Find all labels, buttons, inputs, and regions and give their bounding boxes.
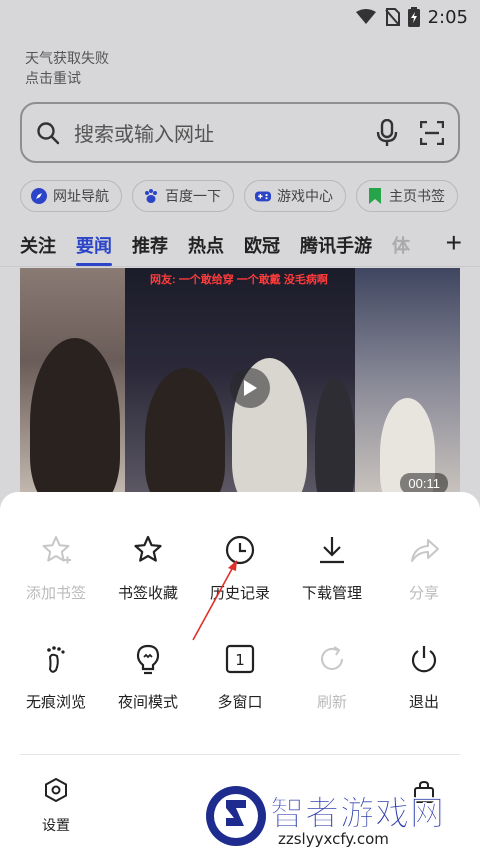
compass-icon	[31, 188, 47, 204]
quick-link-games[interactable]: 游戏中心	[244, 180, 346, 212]
tab-follow[interactable]: 关注	[20, 232, 56, 258]
menu-label: 多窗口	[217, 694, 263, 711]
menu-label: 历史记录	[209, 585, 270, 602]
clock-icon	[222, 532, 258, 568]
settings-button[interactable]: 设置	[30, 777, 82, 835]
search-bar[interactable]: 搜索或输入网址	[20, 102, 460, 163]
star-icon	[130, 532, 166, 568]
menu-label: 书签收藏	[117, 585, 178, 602]
status-bar: 2:05	[0, 0, 480, 34]
menu-label: 退出	[408, 694, 439, 711]
quick-link-nav[interactable]: 网址导航	[20, 180, 122, 212]
watermark: 智者游戏网 zzslyyxcfy.com	[200, 782, 480, 853]
share-button[interactable]: 分享	[378, 532, 470, 603]
menu-label: 无痕浏览	[25, 694, 86, 711]
video-person	[30, 338, 120, 500]
star-plus-icon	[38, 532, 74, 568]
quick-link-label: 主页书签	[389, 188, 445, 204]
menu-divider	[20, 754, 460, 755]
quick-link-baidu[interactable]: 百度一下	[132, 180, 234, 212]
weather-widget[interactable]: 天气获取失败 点击重试	[25, 48, 109, 88]
settings-hexagon-icon	[44, 777, 68, 807]
history-button[interactable]: 历史记录	[194, 532, 286, 603]
exit-button[interactable]: 退出	[378, 641, 470, 712]
quick-link-label: 游戏中心	[277, 188, 333, 204]
tab-headlines[interactable]: 要闻	[76, 232, 112, 266]
bookmarks-button[interactable]: 书签收藏	[102, 532, 194, 603]
quick-links: 网址导航 百度一下 游戏中心 主页书签	[20, 180, 458, 212]
wifi-icon	[355, 9, 376, 24]
downloads-button[interactable]: 下载管理	[286, 532, 378, 603]
settings-label: 设置	[42, 817, 70, 833]
watermark-logo-icon	[206, 786, 266, 846]
tab-sports[interactable]: 体	[392, 232, 410, 258]
battery-icon	[407, 7, 420, 27]
quick-link-label: 网址导航	[53, 188, 109, 204]
video-caption: 网友: 一个敢给穿 一个敢戴 没毛病啊	[150, 274, 328, 286]
gamepad-icon	[255, 188, 271, 204]
bulb-icon	[130, 641, 166, 677]
video-person	[145, 368, 225, 500]
video-thumbnail[interactable]: 网友: 一个敢给穿 一个敢戴 没毛病啊 00:11	[20, 268, 460, 500]
watermark-url: zzslyyxcfy.com	[274, 830, 393, 848]
status-time: 2:05	[427, 6, 468, 28]
watermark-title: 智者游戏网	[270, 794, 445, 835]
window-count-icon: 1	[222, 641, 258, 677]
window-count: 1	[235, 651, 245, 669]
microphone-icon[interactable]	[376, 118, 398, 147]
menu-label: 夜间模式	[117, 694, 178, 711]
paw-icon	[143, 188, 159, 204]
power-icon	[406, 641, 442, 677]
add-tab-icon[interactable]: +	[446, 228, 462, 258]
menu-label: 下载管理	[301, 585, 362, 602]
search-icon	[36, 121, 60, 145]
multi-window-button[interactable]: 1 多窗口	[194, 641, 286, 712]
tabs-divider	[0, 266, 480, 267]
no-sim-icon	[384, 8, 400, 26]
download-icon	[314, 532, 350, 568]
weather-error-text: 天气获取失败	[25, 50, 109, 66]
scan-icon[interactable]	[420, 120, 444, 145]
weather-retry-text[interactable]: 点击重试	[25, 68, 109, 88]
refresh-icon	[314, 641, 350, 677]
menu-grid: 添加书签 书签收藏 历史记录 下载管理 分享 无痕浏览 夜间模式 1 多窗口 刷…	[10, 532, 470, 712]
night-mode-button[interactable]: 夜间模式	[102, 641, 194, 712]
quick-link-bookmarks[interactable]: 主页书签	[356, 180, 458, 212]
tab-recommend[interactable]: 推荐	[132, 232, 168, 258]
menu-label: 分享	[408, 585, 439, 602]
incognito-button[interactable]: 无痕浏览	[10, 641, 102, 712]
share-icon	[406, 532, 442, 568]
tab-hot[interactable]: 热点	[188, 232, 224, 258]
tab-champions-league[interactable]: 欧冠	[244, 232, 280, 258]
menu-label: 刷新	[316, 694, 347, 711]
news-tabs: 关注 要闻 推荐 热点 欧冠 腾讯手游 体	[20, 228, 480, 266]
refresh-button[interactable]: 刷新	[286, 641, 378, 712]
play-icon[interactable]	[230, 368, 270, 408]
menu-label: 添加书签	[25, 585, 86, 602]
video-person	[315, 378, 355, 500]
search-input[interactable]: 搜索或输入网址	[74, 118, 376, 147]
quick-link-label: 百度一下	[165, 188, 221, 204]
bookmark-icon	[367, 188, 383, 204]
video-duration: 00:11	[400, 473, 448, 494]
footprint-icon	[38, 641, 74, 677]
tab-tencent-games[interactable]: 腾讯手游	[300, 232, 372, 258]
add-bookmark-button[interactable]: 添加书签	[10, 532, 102, 603]
